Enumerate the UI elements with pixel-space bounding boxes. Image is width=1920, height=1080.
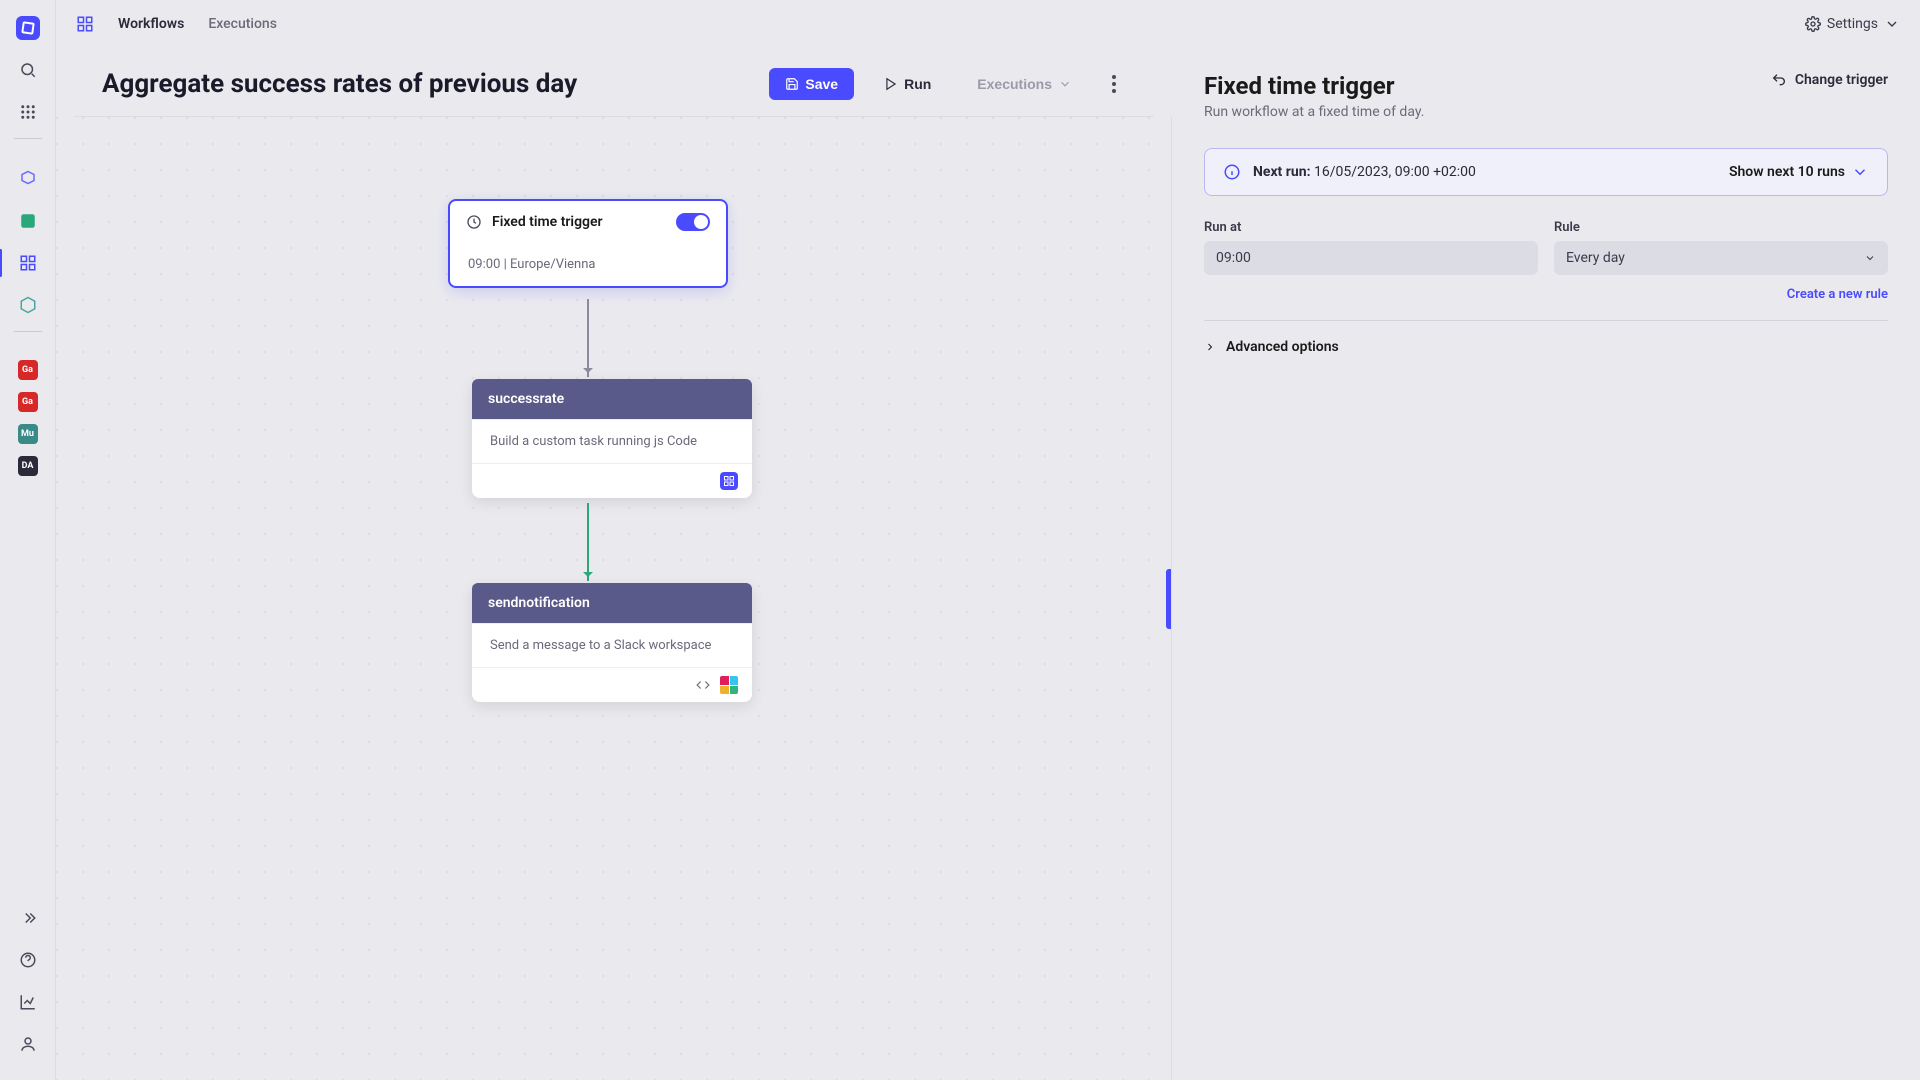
back-arrow-icon xyxy=(1771,72,1787,88)
executions-dropdown[interactable]: Executions xyxy=(961,68,1088,100)
step1-title: successrate xyxy=(472,379,752,419)
nav-hex-icon[interactable] xyxy=(16,293,40,317)
save-icon xyxy=(785,77,799,91)
slack-icon xyxy=(720,676,738,694)
next-run-label: Next run: xyxy=(1253,164,1311,180)
apps-grid-icon[interactable] xyxy=(16,100,40,124)
trigger-node[interactable]: Fixed time trigger 09:00 | Europe/Vienna xyxy=(448,199,728,288)
nav-workflows-icon[interactable] xyxy=(16,251,40,275)
user-icon[interactable] xyxy=(16,1032,40,1056)
step2-title: sendnotification xyxy=(472,583,752,623)
settings-label: Settings xyxy=(1827,16,1878,32)
app-logo[interactable] xyxy=(16,16,40,40)
rule-select[interactable]: Every day xyxy=(1554,241,1888,275)
clock-icon xyxy=(466,214,482,230)
run-button[interactable]: Run xyxy=(868,68,947,100)
trigger-title: Fixed time trigger xyxy=(492,214,603,230)
connector xyxy=(587,299,589,377)
chevron-down-icon xyxy=(1864,252,1876,264)
search-icon[interactable] xyxy=(16,58,40,82)
side-title: Fixed time trigger xyxy=(1204,72,1424,100)
chevron-down-icon xyxy=(1851,163,1869,181)
rule-label: Rule xyxy=(1554,220,1888,235)
divider xyxy=(1204,320,1888,321)
app-badge[interactable]: Mu xyxy=(18,424,38,444)
show-next-runs-button[interactable]: Show next 10 runs xyxy=(1729,163,1869,181)
change-trigger-button[interactable]: Change trigger xyxy=(1771,72,1888,88)
help-icon[interactable] xyxy=(16,948,40,972)
expand-rail-icon[interactable] xyxy=(16,906,40,930)
topbar: Workflows Executions Settings xyxy=(56,0,1920,48)
rail-divider xyxy=(14,138,42,139)
workflow-canvas[interactable]: Fixed time trigger 09:00 | Europe/Vienna… xyxy=(56,117,1172,1080)
workflows-icon xyxy=(76,15,94,33)
sidebar-resize-handle[interactable] xyxy=(1166,569,1171,629)
chevron-down-icon xyxy=(1884,16,1900,32)
left-rail: Ga Ga Mu DA xyxy=(0,0,56,1080)
app-badge[interactable]: DA xyxy=(18,456,38,476)
more-menu-button[interactable] xyxy=(1102,72,1126,96)
settings-button[interactable]: Settings xyxy=(1805,16,1900,32)
step-node-successrate[interactable]: successrate Build a custom task running … xyxy=(472,379,752,498)
step-node-sendnotification[interactable]: sendnotification Send a message to a Sla… xyxy=(472,583,752,702)
page-title: Aggregate success rates of previous day xyxy=(102,69,577,99)
info-icon xyxy=(1223,163,1241,181)
trigger-toggle[interactable] xyxy=(676,213,710,231)
more-vertical-icon xyxy=(1102,72,1126,96)
trigger-schedule: 09:00 | Europe/Vienna xyxy=(450,243,726,286)
save-button[interactable]: Save xyxy=(769,68,854,100)
config-sidebar: Fixed time trigger Run workflow at a fix… xyxy=(1172,48,1920,1080)
next-run-value: 16/05/2023, 09:00 +02:00 xyxy=(1314,164,1476,180)
canvas-header: Aggregate success rates of previous day … xyxy=(74,48,1154,117)
side-subtitle: Run workflow at a fixed time of day. xyxy=(1204,104,1424,120)
step1-desc: Build a custom task running js Code xyxy=(472,419,752,463)
nav-chart-icon[interactable] xyxy=(16,209,40,233)
step2-desc: Send a message to a Slack workspace xyxy=(472,623,752,667)
run-at-input[interactable]: 09:00 xyxy=(1204,241,1538,275)
tab-workflows[interactable]: Workflows xyxy=(118,16,184,32)
chevron-right-icon xyxy=(1204,341,1216,353)
js-code-icon xyxy=(720,472,738,490)
app-badge[interactable]: Ga xyxy=(18,360,38,380)
tab-executions[interactable]: Executions xyxy=(208,16,277,32)
analytics-icon[interactable] xyxy=(16,990,40,1014)
chevron-down-icon xyxy=(1058,77,1072,91)
nav-cubes-icon[interactable] xyxy=(16,167,40,191)
next-run-info: Next run: 16/05/2023, 09:00 +02:00 Show … xyxy=(1204,148,1888,196)
advanced-options-toggle[interactable]: Advanced options xyxy=(1204,339,1888,355)
run-at-label: Run at xyxy=(1204,220,1538,235)
connector xyxy=(587,503,589,581)
play-icon xyxy=(884,77,898,91)
code-icon xyxy=(694,676,712,694)
create-rule-link[interactable]: Create a new rule xyxy=(1787,287,1888,302)
app-badge[interactable]: Ga xyxy=(18,392,38,412)
rail-divider xyxy=(14,331,42,332)
gear-icon xyxy=(1805,16,1821,32)
